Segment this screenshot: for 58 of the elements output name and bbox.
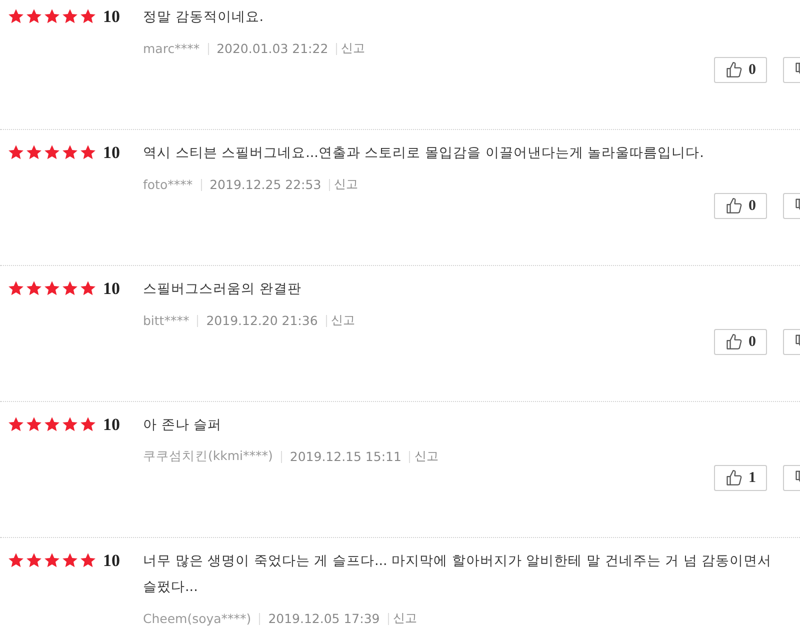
review-text: 스필버그스러움의 완결판 — [143, 280, 302, 299]
report-link[interactable]: 신고 — [334, 176, 358, 193]
star-icon — [7, 280, 25, 297]
report-link[interactable]: 신고 — [392, 610, 417, 627]
report-link[interactable]: 신고 — [414, 448, 438, 465]
review-text: 아 존나 슬퍼 — [143, 416, 223, 435]
star-icon — [25, 552, 43, 569]
star-icon — [25, 416, 43, 433]
review-date: 2020.01.03 21:22 — [216, 41, 328, 56]
star-icon — [43, 8, 61, 25]
thumbs-up-icon — [724, 61, 742, 79]
star-icon — [7, 144, 25, 161]
star-icon — [79, 144, 97, 161]
author-name: 쿠쿠섬치킨(kkmi****) — [143, 448, 273, 465]
star-icon — [79, 416, 97, 433]
star-icon — [61, 144, 79, 161]
rating-score: 10 — [103, 550, 121, 572]
star-icon — [7, 416, 25, 433]
rating-score: 10 — [103, 414, 121, 436]
author-name: bitt**** — [143, 313, 190, 328]
star-icon — [7, 8, 25, 25]
review-text: 너무 많은 생명이 죽었다는 게 슬프다... 마지막에 할아버지가 알비한테 말 건네주는 거 넘 감동이면서 슬펐다... — [143, 552, 773, 597]
report-link[interactable]: 신고 — [341, 40, 366, 57]
star-icon — [25, 8, 43, 25]
thumbs-up-icon — [724, 333, 742, 351]
star-icon — [43, 280, 61, 297]
star-icon — [61, 280, 79, 297]
author-name: foto**** — [143, 177, 193, 192]
like-button[interactable]: 0 — [714, 329, 767, 355]
rating-score: 10 — [103, 278, 121, 300]
star-icon — [61, 552, 79, 569]
review-date: 2019.12.15 15:11 — [290, 449, 402, 464]
review-text: 정말 감동적이네요. — [143, 8, 265, 27]
like-button[interactable]: 0 — [714, 57, 767, 83]
review-date: 2019.12.25 22:53 — [210, 177, 322, 192]
review-text: 역시 스티븐 스필버그네요...연출과 스토리로 몰입감을 이끌어낸다는게 놀라울따름입니다. — [143, 144, 705, 163]
author-name: Cheem(soya****) — [143, 611, 252, 626]
review-date: 2019.12.05 17:39 — [268, 611, 380, 626]
like-button[interactable]: 0 — [714, 193, 767, 219]
review-date: 2019.12.20 21:36 — [206, 313, 318, 328]
like-button[interactable]: 1 — [714, 465, 767, 491]
rating-score: 10 — [103, 6, 121, 28]
rating-score: 10 — [103, 142, 121, 164]
star-icon — [79, 8, 97, 25]
star-icon — [79, 280, 97, 297]
star-icon — [61, 416, 79, 433]
star-icon — [43, 552, 61, 569]
star-icon — [25, 280, 43, 297]
star-icon — [7, 552, 25, 569]
star-icon — [25, 144, 43, 161]
author-name: marc**** — [143, 41, 200, 56]
star-icon — [43, 144, 61, 161]
star-icon — [61, 8, 79, 25]
star-icon — [43, 416, 61, 433]
thumbs-up-icon — [724, 469, 742, 487]
star-icon — [79, 552, 97, 569]
report-link[interactable]: 신고 — [330, 312, 355, 329]
thumbs-up-icon — [724, 197, 742, 215]
